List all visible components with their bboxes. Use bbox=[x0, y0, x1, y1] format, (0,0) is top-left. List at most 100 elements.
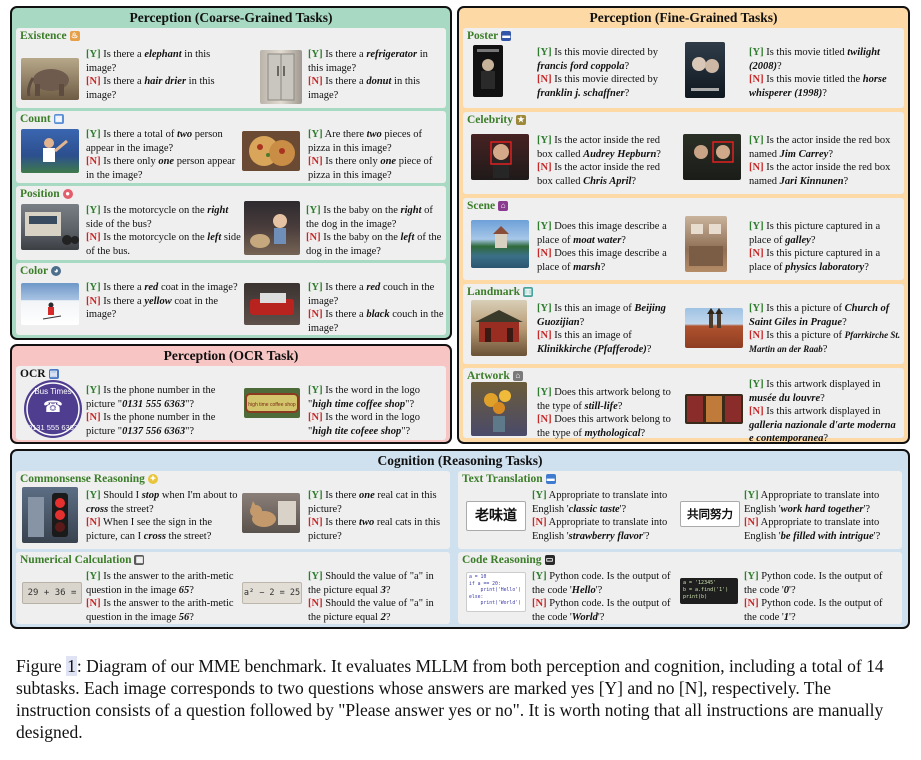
subtask-color: Color ◕ [Y] Is there a red coat in the im… bbox=[16, 263, 446, 335]
code-image-2: a = '12345' b = a.find('1') print(b) bbox=[680, 578, 738, 604]
tennis-image bbox=[21, 129, 79, 173]
prague-church-image bbox=[685, 308, 743, 348]
equation-text: a² − 2 = 25 bbox=[243, 588, 301, 598]
star-icon: ★ bbox=[515, 115, 526, 125]
scene-icon: ⌂ bbox=[498, 201, 509, 211]
film-icon: ▬ bbox=[501, 31, 512, 41]
galley-image bbox=[685, 216, 727, 272]
question-pair: [Y] Is the actor inside the red box call… bbox=[537, 135, 661, 187]
museum-icon: ⌂ bbox=[512, 371, 523, 381]
question-pair: [Y] Is the answer to the arith-metic que… bbox=[86, 571, 234, 623]
subtask-name: Artwork bbox=[467, 370, 510, 382]
subtask-scene: Scene ⌂ [Y] Does this image describe a pl… bbox=[463, 198, 904, 280]
baby-dog-image bbox=[244, 201, 300, 255]
question-pair: [Y] Is the phone number in the picture "… bbox=[86, 385, 216, 437]
terminal-icon: ▭ bbox=[544, 555, 555, 565]
subtask-name: Scene bbox=[467, 200, 496, 212]
question-pair: [Y] Is this an image of Beijing Guozijia… bbox=[537, 303, 666, 355]
godfather-poster bbox=[473, 45, 503, 97]
subtask-count: Count ▦ [Y] Is there a total of two perso… bbox=[16, 111, 446, 183]
question-pair: [Y] Python code. Is the output of the co… bbox=[744, 571, 883, 623]
subtask-celebrity: Celebrity ★ [Y] Is the actor inside the r… bbox=[463, 112, 904, 194]
moat-water-image bbox=[471, 220, 529, 268]
question-pair: [Y] Does this image describe a place of … bbox=[537, 221, 667, 273]
chat-icon: ▬ bbox=[545, 474, 556, 484]
question-pair: [Y] Is there a refrigerator in this imag… bbox=[308, 49, 428, 101]
question-pair: [Y] Is the word in the logo "high time c… bbox=[308, 385, 420, 437]
subtask-name: Landmark bbox=[467, 286, 521, 298]
panel-title: Perception (Coarse-Grained Tasks) bbox=[129, 10, 333, 25]
question-pair: [Y] Is the actor inside the red box name… bbox=[749, 135, 891, 187]
coffee-shop-sign: high time coffee shop bbox=[244, 388, 300, 418]
grid-icon: ▦ bbox=[53, 114, 64, 124]
question-pair: [Y] Appropriate to translate into Englis… bbox=[532, 490, 668, 542]
question-pair: [Y] Appropriate to translate into Englis… bbox=[744, 490, 881, 542]
guozijian-image bbox=[471, 300, 527, 356]
subtask-numerical: Numerical Calculation ▦ 29 + 36 = [Y] Is … bbox=[16, 552, 450, 624]
code-snippet: a = 10 if a == 20: print('Hello') else: … bbox=[469, 575, 521, 607]
question-pair: [Y] Is this artwork displayed in musée d… bbox=[749, 379, 896, 444]
subtask-name: Code Reasoning bbox=[462, 554, 542, 566]
subtask-name: Numerical Calculation bbox=[20, 554, 132, 566]
subtask-position: Position ● [Y] Is the motorcycle on the r… bbox=[16, 186, 446, 260]
question-pair: [Y] Does this artwork belong to the type… bbox=[537, 387, 671, 439]
still-life-painting bbox=[471, 382, 527, 436]
figure-caption: Figure 1: Diagram of our MME benchmark. … bbox=[16, 656, 884, 742]
question-pair: [Y] Is there a total of two person appea… bbox=[86, 129, 236, 181]
twilight-poster bbox=[685, 42, 725, 98]
cognition-panel: Cognition (Reasoning Tasks) Commonsense … bbox=[10, 449, 910, 629]
subtask-commonsense: Commonsense Reasoning ✦ [Y] Should I stop… bbox=[16, 471, 450, 549]
subtask-name: Count bbox=[20, 113, 51, 125]
question-pair: [Y] Is there a red couch in the image? [… bbox=[308, 282, 444, 334]
question-pair: [Y] Should the value of "a" in the pictu… bbox=[308, 571, 434, 623]
subtask-name: Text Translation bbox=[462, 473, 543, 485]
panel-title: Cognition (Reasoning Tasks) bbox=[377, 453, 543, 468]
chinese-text-image-2: 共同努力 bbox=[680, 501, 740, 527]
equation-text: 29 + 36 = bbox=[27, 588, 77, 598]
question-pair: [Y] Python code. Is the output of the co… bbox=[532, 571, 671, 623]
fine-grained-panel: Perception (Fine-Grained Tasks) Poster ▬ … bbox=[457, 6, 910, 444]
coarse-grained-panel: Perception (Coarse-Grained Tasks) Existe… bbox=[10, 6, 452, 340]
question-pair: [Y] Is this movie directed by francis fo… bbox=[537, 47, 659, 99]
celebrity-image-2 bbox=[683, 134, 741, 180]
chinese-text: 老味道 bbox=[475, 508, 517, 524]
subtask-code: Code Reasoning ▭ a = 10 if a == 20: print… bbox=[458, 552, 902, 624]
equation-image: a² − 2 = 25 bbox=[242, 582, 302, 604]
subtask-name: Poster bbox=[467, 30, 499, 42]
subtask-name: Existence bbox=[20, 30, 67, 42]
question-pair: [Y] Is the motorcycle on the right side … bbox=[86, 205, 241, 257]
question-pair: [Y] Is this movie titled twilight (2008)… bbox=[749, 47, 887, 99]
subtask-landmark: Landmark ▥ [Y] Is this an image of Beijin… bbox=[463, 284, 904, 364]
question-pair: [Y] Is the baby on the right of the dog … bbox=[306, 205, 442, 257]
figure-reference-link[interactable]: 1 bbox=[66, 656, 77, 676]
chinese-text-image-1: 老味道 bbox=[466, 501, 526, 531]
traffic-light-image bbox=[22, 487, 78, 543]
subtask-translation: Text Translation ▬ 老味道 [Y] Appropriate to… bbox=[458, 471, 902, 549]
subtask-artwork: Artwork ⌂ [Y] Does this artwork belong to… bbox=[463, 368, 904, 442]
subtask-existence: Existence ♨ [Y] Is there a elephant in th… bbox=[16, 28, 446, 108]
ocr-icon: ▤ bbox=[48, 369, 59, 379]
svg-text:☎: ☎ bbox=[43, 399, 63, 416]
subtask-name: Position bbox=[20, 188, 60, 200]
logo-text: Bus Times bbox=[34, 387, 71, 396]
question-pair: [Y] Should I stop when I'm about to cros… bbox=[86, 490, 238, 542]
fire-hydrant-icon: ♨ bbox=[69, 31, 80, 41]
chinese-text: 共同努力 bbox=[687, 507, 733, 521]
pizza-image bbox=[242, 131, 300, 171]
question-pair: [Y] Is there one real cat in this pictur… bbox=[308, 490, 441, 542]
sign-text: high time coffee shop bbox=[248, 402, 296, 408]
elephant-image bbox=[21, 58, 79, 100]
question-pair: [Y] Is there a elephant in this image? [… bbox=[86, 49, 215, 101]
refrigerator-image bbox=[260, 50, 302, 104]
cat-image bbox=[242, 493, 300, 533]
triptych-painting bbox=[685, 394, 743, 424]
subtask-name: Celebrity bbox=[467, 114, 513, 126]
palette-icon: ◕ bbox=[51, 266, 62, 276]
motorcycle-bus-image bbox=[21, 204, 79, 250]
subtask-poster: Poster ▬ [Y] Is this movie directed by fr… bbox=[463, 28, 904, 108]
question-pair: [Y] Are there two pieces of pizza in thi… bbox=[308, 129, 433, 181]
map-icon: ▥ bbox=[523, 287, 534, 297]
arithmetic-image: 29 + 36 = bbox=[22, 582, 82, 604]
panel-title: Perception (OCR Task) bbox=[163, 348, 299, 363]
subtask-name: Color bbox=[20, 265, 49, 277]
